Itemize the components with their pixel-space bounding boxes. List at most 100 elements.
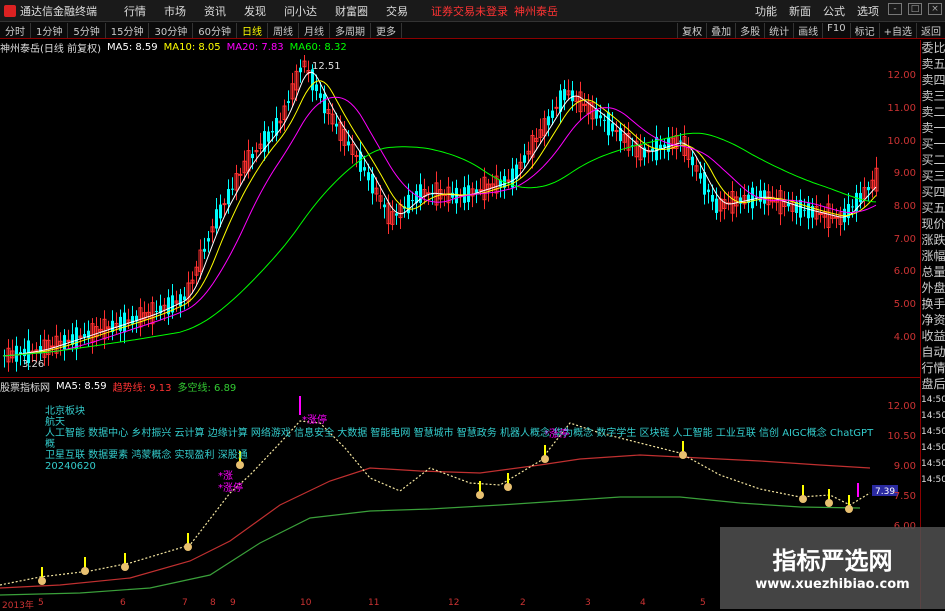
tool-mark[interactable]: 标记 (849, 22, 879, 38)
candle (299, 67, 302, 73)
candle (363, 167, 366, 171)
tool-f10[interactable]: F10 (822, 22, 849, 38)
side-panel-item[interactable]: 买五 (921, 200, 945, 216)
menu-item-market[interactable]: 市场 (164, 3, 186, 19)
minimize-button[interactable]: - (888, 2, 902, 15)
menu-item-trade[interactable]: 交易 (386, 3, 408, 19)
side-panel-item[interactable]: 卖四 (921, 72, 945, 88)
menu-options[interactable]: 选项 (857, 3, 879, 19)
side-panel-item[interactable]: 14:50 (921, 408, 945, 424)
candle (715, 198, 718, 213)
period-60min[interactable]: 60分钟 (193, 22, 237, 38)
side-panel-item[interactable]: 盘后 (921, 376, 945, 392)
side-panel-item[interactable]: 外盘 (921, 280, 945, 296)
candle (571, 90, 574, 102)
candle (123, 312, 126, 333)
indicator-header: 股票指标网 MA5: 8.59 趋势线: 9.13 多空线: 6.89 (0, 379, 920, 394)
concept-industry: 航天 (45, 417, 65, 428)
watermark-title: 指标严选网 (772, 547, 893, 575)
candle (607, 112, 610, 136)
candle (803, 209, 806, 211)
sub-y-tick: 7.50 (893, 491, 916, 502)
concept-region: 北京板块 (45, 406, 85, 417)
period-month[interactable]: 月线 (299, 22, 330, 38)
candle (523, 155, 526, 163)
concept-list-2: 卫星互联 数据要素 鸿蒙概念 实现盈利 深股通 (45, 450, 248, 461)
tool-adjust[interactable]: 复权 (677, 22, 706, 38)
side-panel-item[interactable]: 买四 (921, 184, 945, 200)
candle (599, 115, 602, 119)
candle (703, 172, 706, 195)
menu-item-quote[interactable]: 行情 (124, 3, 146, 19)
side-panel-item[interactable]: 涨幅 (921, 248, 945, 264)
tool-stats[interactable]: 统计 (764, 22, 793, 38)
menu-new-page[interactable]: 新面 (789, 3, 811, 19)
side-panel-item[interactable]: 买三 (921, 168, 945, 184)
login-warning[interactable]: 证券交易未登录 (431, 3, 508, 19)
y-tick: 4.00 (893, 332, 916, 343)
ma60-label: MA60: 8.32 (289, 41, 347, 53)
app-logo-icon (4, 4, 16, 17)
side-panel-item[interactable]: 14:50 (921, 472, 945, 488)
candle (799, 199, 802, 218)
tool-draw[interactable]: 画线 (793, 22, 822, 38)
tool-multi-stock[interactable]: 多股 (735, 22, 764, 38)
period-tick[interactable]: 分时 (0, 22, 31, 38)
period-1min[interactable]: 1分钟 (31, 22, 69, 38)
tool-overlay[interactable]: 叠加 (706, 22, 735, 38)
side-panel-item[interactable]: 净资 (921, 312, 945, 328)
maximize-button[interactable]: □ (908, 2, 922, 15)
side-panel-item[interactable]: 买一 (921, 136, 945, 152)
menu-item-ask[interactable]: 问小达 (284, 3, 317, 19)
side-panel-item[interactable]: 换手 (921, 296, 945, 312)
side-panel-item[interactable]: 委比 (921, 40, 945, 56)
side-panel-item[interactable]: 14:50 (921, 440, 945, 456)
candle (467, 185, 470, 203)
money-bag-icon (504, 483, 512, 491)
indicator-name[interactable]: 股票指标网 (0, 379, 50, 394)
tag-limit-up: *涨停 (218, 481, 243, 494)
period-30min[interactable]: 30分钟 (149, 22, 194, 38)
menu-item-news[interactable]: 资讯 (204, 3, 226, 19)
menu-formula[interactable]: 公式 (823, 3, 845, 19)
money-bag-icon (38, 577, 46, 585)
period-bar: 分时 1分钟 5分钟 15分钟 30分钟 60分钟 日线 周线 月线 多周期 更… (0, 22, 945, 39)
side-panel-item[interactable]: 卖五 (921, 56, 945, 72)
menu-item-discover[interactable]: 发现 (244, 3, 266, 19)
x-label: 7 (182, 598, 188, 608)
close-button[interactable]: × (928, 2, 942, 15)
candle (354, 154, 359, 157)
candle (563, 89, 566, 101)
side-panel-item[interactable]: 卖一 (921, 120, 945, 136)
tool-back[interactable]: 返回 (916, 22, 945, 38)
side-panel-item[interactable]: 收益 (921, 328, 945, 344)
candlestick-chart[interactable]: 12.51 3.26 (0, 55, 920, 377)
candle (219, 204, 222, 219)
side-panel-item[interactable]: 现价 (921, 216, 945, 232)
period-more[interactable]: 更多 (371, 22, 402, 38)
watermark-url: www.xuezhibiao.com (755, 577, 910, 592)
ma20-label: MA20: 7.83 (226, 41, 284, 53)
side-panel-item[interactable]: 总量 (921, 264, 945, 280)
side-panel-item[interactable]: 14:50 (921, 424, 945, 440)
side-panel-item[interactable]: 行情 (921, 360, 945, 376)
candle (551, 110, 554, 118)
period-5min[interactable]: 5分钟 (68, 22, 106, 38)
side-panel-item[interactable]: 14:50 (921, 456, 945, 472)
menu-item-wealth[interactable]: 财富圈 (335, 3, 368, 19)
tool-add-watch[interactable]: +自选 (878, 22, 916, 38)
side-panel-item[interactable]: 买二 (921, 152, 945, 168)
side-panel-item[interactable]: 14:50 (921, 392, 945, 408)
high-label: 12.51 (312, 61, 341, 72)
period-15min[interactable]: 15分钟 (106, 22, 150, 38)
sub-y-tick: 10.50 (887, 431, 916, 442)
menu-function[interactable]: 功能 (755, 3, 777, 19)
y-tick: 7.00 (893, 234, 916, 245)
side-panel-item[interactable]: 涨跌 (921, 232, 945, 248)
period-multi[interactable]: 多周期 (330, 22, 371, 38)
side-panel-item[interactable]: 自动 (921, 344, 945, 360)
side-panel-item[interactable]: 卖二 (921, 104, 945, 120)
side-panel-item[interactable]: 卖三 (921, 88, 945, 104)
period-week[interactable]: 周线 (268, 22, 299, 38)
period-day[interactable]: 日线 (237, 22, 268, 38)
